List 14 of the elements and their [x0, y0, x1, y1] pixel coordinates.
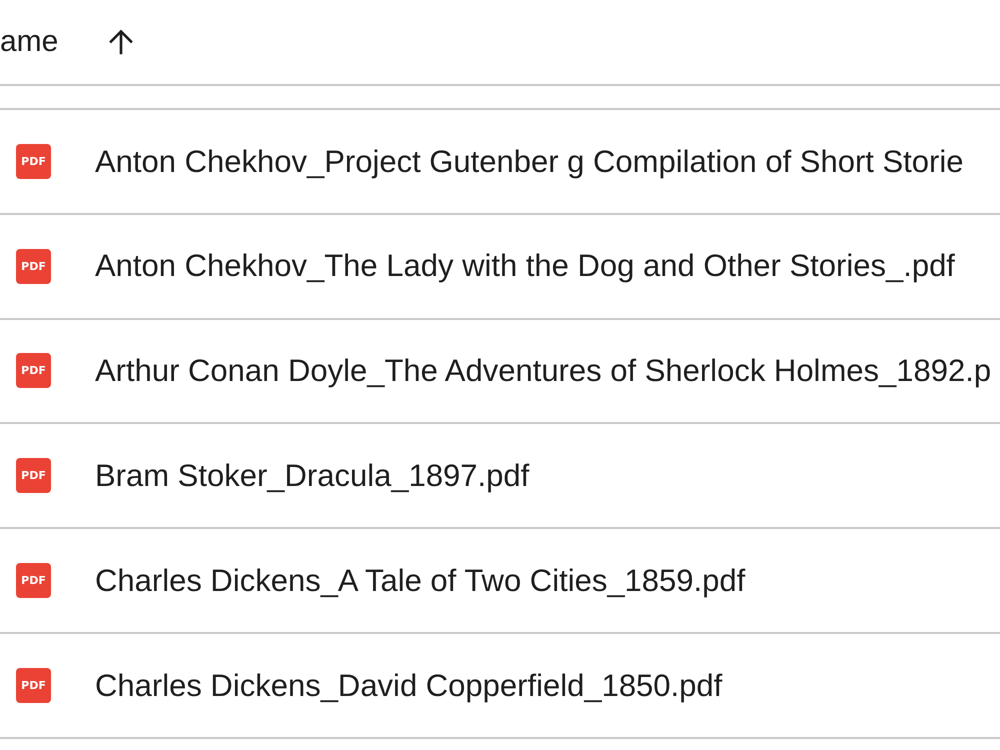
file-name[interactable]: Charles Dickens_A Tale of Two Cities_1859.pdf	[95, 562, 746, 598]
file-type-badge: PDF	[16, 563, 51, 598]
file-name[interactable]: Anton Chekhov_The Lady with the Dog and Other Stories_.pdf	[95, 248, 955, 284]
file-type-badge: PDF	[16, 458, 51, 494]
file-type-badge: PDF	[16, 668, 51, 703]
file-type-badge: PDF	[16, 353, 51, 388]
file-name[interactable]: Anton Chekhov_Project Gutenber g Compilation of Short Storie	[95, 144, 964, 180]
file-name[interactable]: Charles Dickens_David Copperfield_1850.pdf	[95, 668, 722, 704]
file-type-badge: PDF	[16, 144, 51, 179]
file-type-badge: PDF	[16, 248, 51, 284]
file-name[interactable]: Bram Stoker_Dracula_1897.pdf	[95, 458, 530, 494]
arrow-up-icon[interactable]	[108, 29, 134, 55]
file-name[interactable]: Arthur Conan Doyle_The Adventures of Sherlock Holmes_1892.p	[95, 353, 992, 389]
column-header[interactable]: ame	[0, 27, 58, 57]
